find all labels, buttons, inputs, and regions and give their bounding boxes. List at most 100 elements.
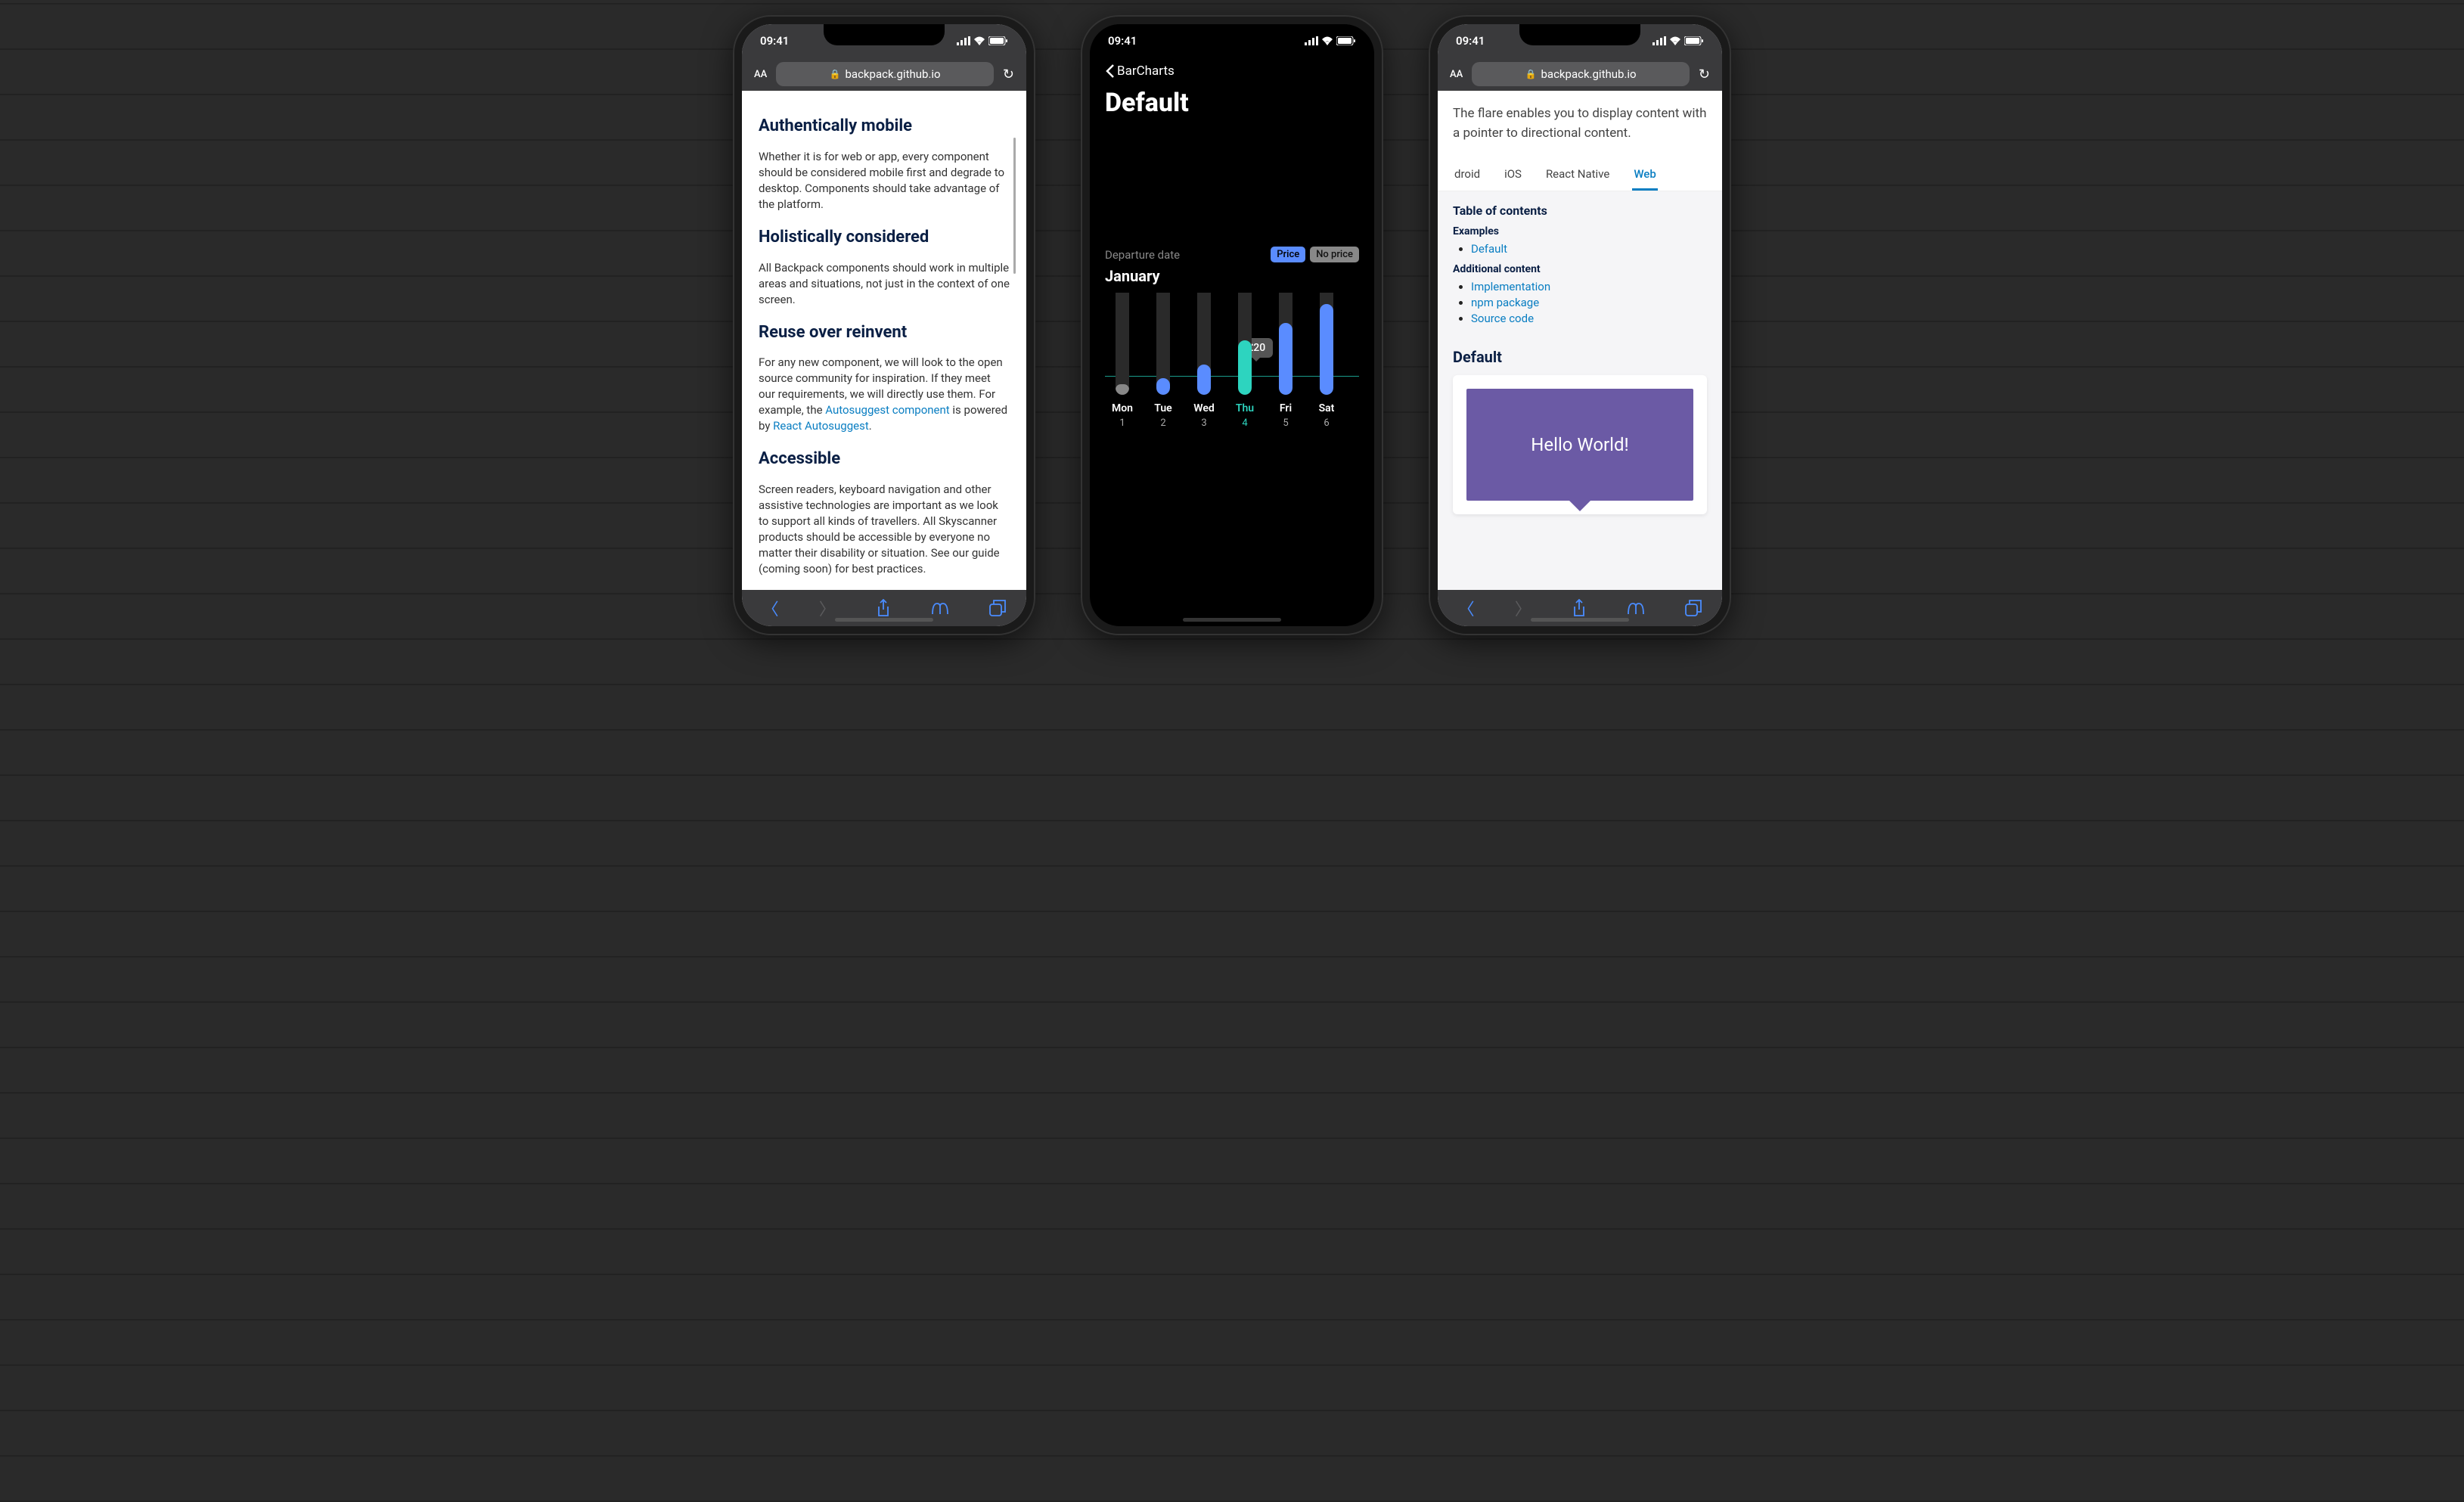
lock-icon: 🔒: [1525, 69, 1537, 79]
paragraph: Screen readers, keyboard navigation and …: [759, 482, 1010, 577]
example-card: Hello World!: [1453, 375, 1707, 514]
paragraph: Whether it is for web or app, every comp…: [759, 149, 1010, 213]
lock-icon: 🔒: [830, 69, 841, 79]
bar-thu-selected[interactable]: Thu 4: [1232, 293, 1258, 429]
tabs-icon[interactable]: [1685, 600, 1702, 616]
wifi-icon: [973, 36, 985, 45]
reload-button[interactable]: ↻: [1694, 67, 1715, 82]
nav-back[interactable]: BarCharts: [1102, 57, 1362, 85]
url-field[interactable]: 🔒 backpack.github.io: [1472, 62, 1690, 86]
table-of-contents: Table of contents Examples Default Addit…: [1438, 191, 1722, 345]
reader-button[interactable]: AA: [749, 66, 771, 83]
back-button[interactable]: 〈: [1458, 596, 1475, 620]
toc-examples-heading: Examples: [1453, 225, 1707, 237]
bookmarks-icon[interactable]: [931, 600, 949, 616]
address-bar: AA 🔒 backpack.github.io ↻: [1438, 57, 1722, 91]
paragraph: For any new component, we will look to t…: [759, 355, 1010, 434]
phone-right: 09:41 AA 🔒 backpack.github.io ↻ The flar…: [1429, 15, 1731, 635]
toc-link-implementation[interactable]: Implementation: [1471, 280, 1550, 293]
cellular-icon: [1305, 36, 1318, 45]
back-button[interactable]: 〈: [762, 596, 779, 620]
legend-noprice[interactable]: No price: [1310, 247, 1359, 262]
tab-ios[interactable]: iOS: [1503, 161, 1523, 191]
forward-button[interactable]: 〉: [1515, 596, 1531, 620]
share-icon[interactable]: [1572, 599, 1587, 617]
departure-date-label: Departure date: [1105, 248, 1180, 262]
flare-example: Hello World!: [1466, 389, 1693, 501]
bar-label: Wed: [1193, 402, 1215, 414]
heading-accessible: Accessible: [759, 448, 1010, 471]
month-label: January: [1105, 267, 1359, 285]
bar-wed[interactable]: Wed 3: [1191, 293, 1217, 429]
intro-text: The flare enables you to display content…: [1438, 91, 1722, 157]
bar-label: Thu: [1236, 402, 1254, 414]
heading-reuse-over-reinvent: Reuse over reinvent: [759, 321, 1010, 345]
toc-additional-heading: Additional content: [1453, 263, 1707, 275]
bar-date: 4: [1242, 417, 1247, 429]
status-icons: [957, 36, 1008, 45]
section-heading-default: Default: [1438, 345, 1722, 375]
cellular-icon: [1652, 36, 1666, 45]
bar-label: Tue: [1154, 402, 1171, 414]
bookmarks-icon[interactable]: [1627, 600, 1645, 616]
app-content: BarCharts Default Departure date Price N…: [1090, 57, 1374, 626]
bar-mon[interactable]: Mon 1: [1109, 293, 1135, 429]
status-bar: 09:41: [1090, 24, 1374, 57]
cellular-icon: [957, 36, 970, 45]
bar-sat[interactable]: Sat 6: [1314, 293, 1339, 429]
bar-fri[interactable]: Fri 5: [1273, 293, 1299, 429]
toc-link-npm-package[interactable]: npm package: [1471, 296, 1539, 309]
battery-icon: [988, 36, 1008, 45]
clock: 09:41: [1108, 34, 1137, 48]
toc-title: Table of contents: [1453, 203, 1707, 218]
address-bar: AA 🔒 backpack.github.io ↻: [742, 57, 1026, 91]
link-autosuggest-component[interactable]: Autosuggest component: [825, 403, 949, 417]
page-content: The flare enables you to display content…: [1438, 91, 1722, 590]
home-indicator[interactable]: [835, 618, 933, 622]
bar-tue[interactable]: Tue 2: [1150, 293, 1176, 429]
status-bar: 09:41: [742, 24, 1026, 57]
tabs-icon[interactable]: [989, 600, 1006, 616]
clock: 09:41: [760, 34, 789, 48]
wifi-icon: [1321, 36, 1333, 45]
tab-react-native[interactable]: React Native: [1544, 161, 1611, 191]
tab-web[interactable]: Web: [1632, 161, 1657, 191]
phone-left: 09:41 AA 🔒 backpack.github.io ↻ Authenti…: [733, 15, 1035, 635]
legend-price[interactable]: Price: [1271, 247, 1305, 262]
bar-chart: £20 Mon 1 Tue 2: [1105, 293, 1359, 429]
phone-center: 09:41 BarCharts Default Departure date P…: [1081, 15, 1383, 635]
status-icons: [1305, 36, 1356, 45]
link-react-autosuggest[interactable]: React Autosuggest: [773, 419, 869, 433]
bar-date: 2: [1160, 417, 1165, 429]
tab-android[interactable]: droid: [1453, 161, 1482, 191]
back-label: BarCharts: [1117, 64, 1175, 79]
chevron-left-icon: [1105, 64, 1116, 79]
battery-icon: [1336, 36, 1356, 45]
bar-date: 5: [1283, 417, 1288, 429]
share-icon[interactable]: [876, 599, 891, 617]
heading-authentically-mobile: Authentically mobile: [759, 115, 1010, 138]
bar-date: 3: [1201, 417, 1206, 429]
forward-button[interactable]: 〉: [819, 596, 836, 620]
page-content: Authentically mobile Whether it is for w…: [742, 91, 1026, 590]
home-indicator[interactable]: [1183, 618, 1281, 622]
toc-link-source-code[interactable]: Source code: [1471, 312, 1534, 325]
bar-label: Mon: [1112, 402, 1133, 414]
text: .: [869, 419, 872, 433]
paragraph: All Backpack components should work in m…: [759, 260, 1010, 308]
bar-date: 1: [1119, 417, 1125, 429]
reader-button[interactable]: AA: [1445, 66, 1467, 83]
reload-button[interactable]: ↻: [998, 67, 1019, 82]
bar-label: Fri: [1280, 402, 1292, 414]
url-field[interactable]: 🔒 backpack.github.io: [776, 62, 994, 86]
battery-icon: [1684, 36, 1704, 45]
url-text: backpack.github.io: [1541, 67, 1636, 81]
home-indicator[interactable]: [1531, 618, 1629, 622]
bar-date: 6: [1324, 417, 1329, 429]
heading-holistically-considered: Holistically considered: [759, 226, 1010, 250]
url-text: backpack.github.io: [845, 67, 940, 81]
platform-tabs: droid iOS React Native Web: [1438, 157, 1722, 191]
toc-link-default[interactable]: Default: [1471, 242, 1507, 256]
scrollbar[interactable]: [1013, 138, 1016, 274]
legend: Price No price: [1271, 247, 1359, 262]
